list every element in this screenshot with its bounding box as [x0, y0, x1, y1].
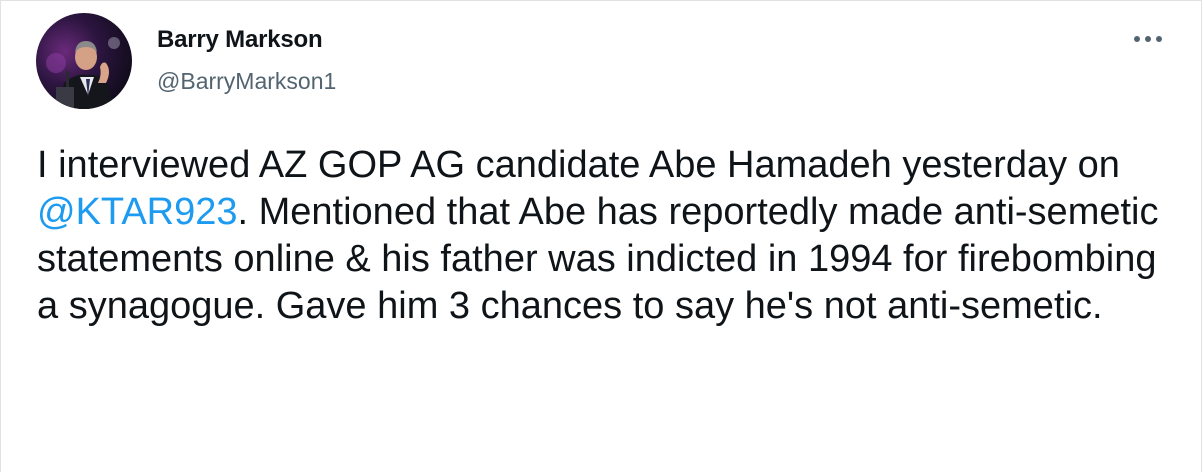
mention-link[interactable]: @KTAR923: [37, 191, 238, 233]
tweet-text: I interviewed AZ GOP AG candidate Abe Ha…: [37, 142, 1177, 330]
profile-photo-icon: [36, 13, 132, 109]
tweet-text-part1: I interviewed AZ GOP AG candidate Abe Ha…: [37, 144, 1120, 186]
tweet-card: Barry Markson @BarryMarkson1 I interview…: [0, 0, 1202, 472]
ellipsis-icon: [1134, 36, 1162, 42]
avatar[interactable]: [36, 13, 132, 109]
author-display-name[interactable]: Barry Markson: [157, 26, 323, 54]
author-handle[interactable]: @BarryMarkson1: [157, 68, 336, 95]
more-options-button[interactable]: [1127, 27, 1171, 51]
